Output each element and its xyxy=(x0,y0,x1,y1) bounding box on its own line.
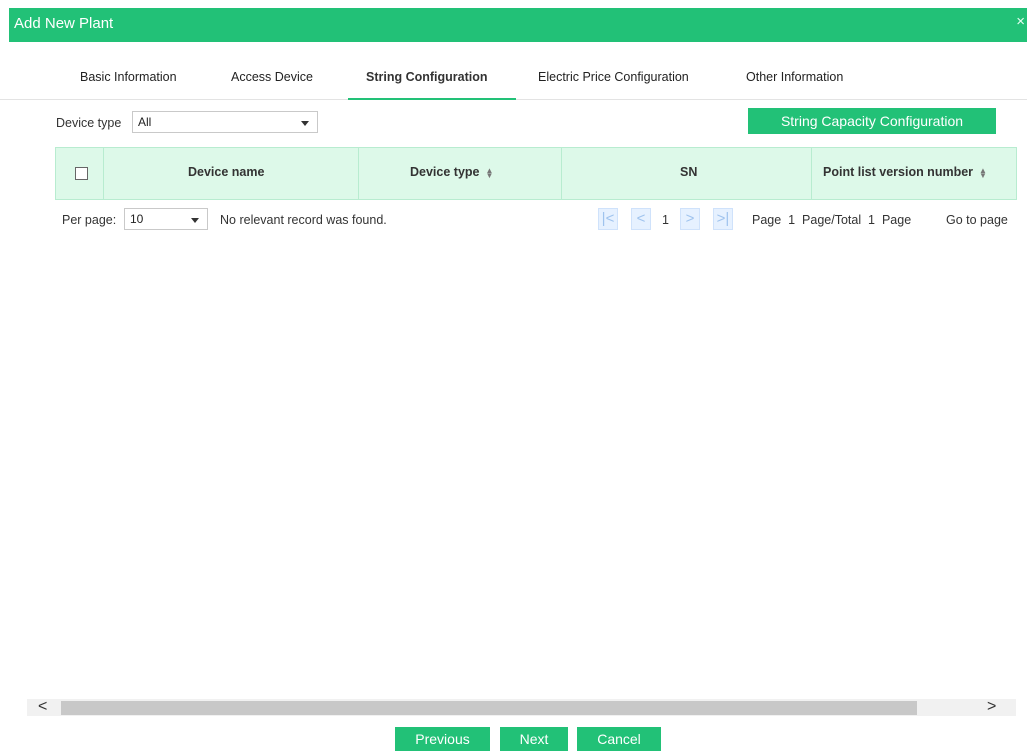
scroll-left-icon[interactable]: < xyxy=(38,698,47,716)
pagination-bar: Per page: 10 No relevant record was foun… xyxy=(0,208,1027,234)
per-page-select[interactable]: 10 xyxy=(124,208,208,230)
select-all-checkbox[interactable] xyxy=(75,167,88,180)
per-page-value: 10 xyxy=(130,212,144,226)
sort-icon[interactable]: ▲ ▼ xyxy=(485,166,493,179)
column-header-point-list-version-label: Point list version number xyxy=(823,165,974,179)
last-page-icon[interactable]: >| xyxy=(713,208,733,230)
next-page-icon[interactable]: > xyxy=(680,208,700,230)
table-header: Device name Device type ▲ ▼ SN Point list … xyxy=(55,147,1017,200)
chevron-down-icon xyxy=(191,218,199,223)
prev-page-icon[interactable]: < xyxy=(631,208,651,230)
sort-icon[interactable]: ▲ ▼ xyxy=(979,166,987,179)
column-divider xyxy=(103,148,104,199)
column-header-device-name: Device name xyxy=(188,165,265,179)
column-header-sn: SN xyxy=(680,165,698,179)
tab-access-device[interactable]: Access Device xyxy=(231,70,313,84)
column-header-device-type[interactable]: Device type ▲ ▼ xyxy=(410,165,493,179)
page-info: Page 1 Page/Total 1 Page xyxy=(752,213,912,227)
device-type-label: Device type xyxy=(56,116,122,130)
next-button[interactable]: Next xyxy=(500,727,568,751)
device-type-value: All xyxy=(138,115,152,129)
first-page-icon[interactable]: |< xyxy=(598,208,618,230)
chevron-down-icon xyxy=(301,121,309,126)
previous-button[interactable]: Previous xyxy=(395,727,490,751)
column-divider xyxy=(811,148,812,199)
device-type-select[interactable]: All xyxy=(132,111,318,133)
tab-electric-price-configuration[interactable]: Electric Price Configuration xyxy=(538,70,689,84)
active-tab-indicator xyxy=(348,98,516,100)
scrollbar-thumb[interactable] xyxy=(61,701,917,715)
column-divider xyxy=(358,148,359,199)
string-capacity-configuration-button[interactable]: String Capacity Configuration xyxy=(748,108,996,134)
column-divider xyxy=(561,148,562,199)
cancel-button[interactable]: Cancel xyxy=(577,727,661,751)
empty-message: No relevant record was found. xyxy=(220,213,387,227)
current-page-number: 1 xyxy=(662,213,669,227)
dialog-titlebar: Add New Plant × xyxy=(9,8,1027,42)
tab-other-information[interactable]: Other Information xyxy=(746,70,843,84)
close-icon[interactable]: × xyxy=(1016,13,1025,30)
tab-basic-information[interactable]: Basic Information xyxy=(80,70,177,84)
horizontal-scrollbar[interactable]: < > xyxy=(27,698,1016,716)
tab-string-configuration[interactable]: String Configuration xyxy=(366,70,488,84)
tab-bar: Basic Information Access Device String C… xyxy=(0,42,1027,100)
column-header-device-type-label: Device type xyxy=(410,165,480,179)
dialog-title: Add New Plant xyxy=(14,15,114,32)
go-to-page-label: Go to page xyxy=(946,213,1008,227)
column-header-point-list-version[interactable]: Point list version number ▲ ▼ xyxy=(823,165,987,179)
scroll-right-icon[interactable]: > xyxy=(987,698,996,716)
per-page-label: Per page: xyxy=(62,213,117,227)
